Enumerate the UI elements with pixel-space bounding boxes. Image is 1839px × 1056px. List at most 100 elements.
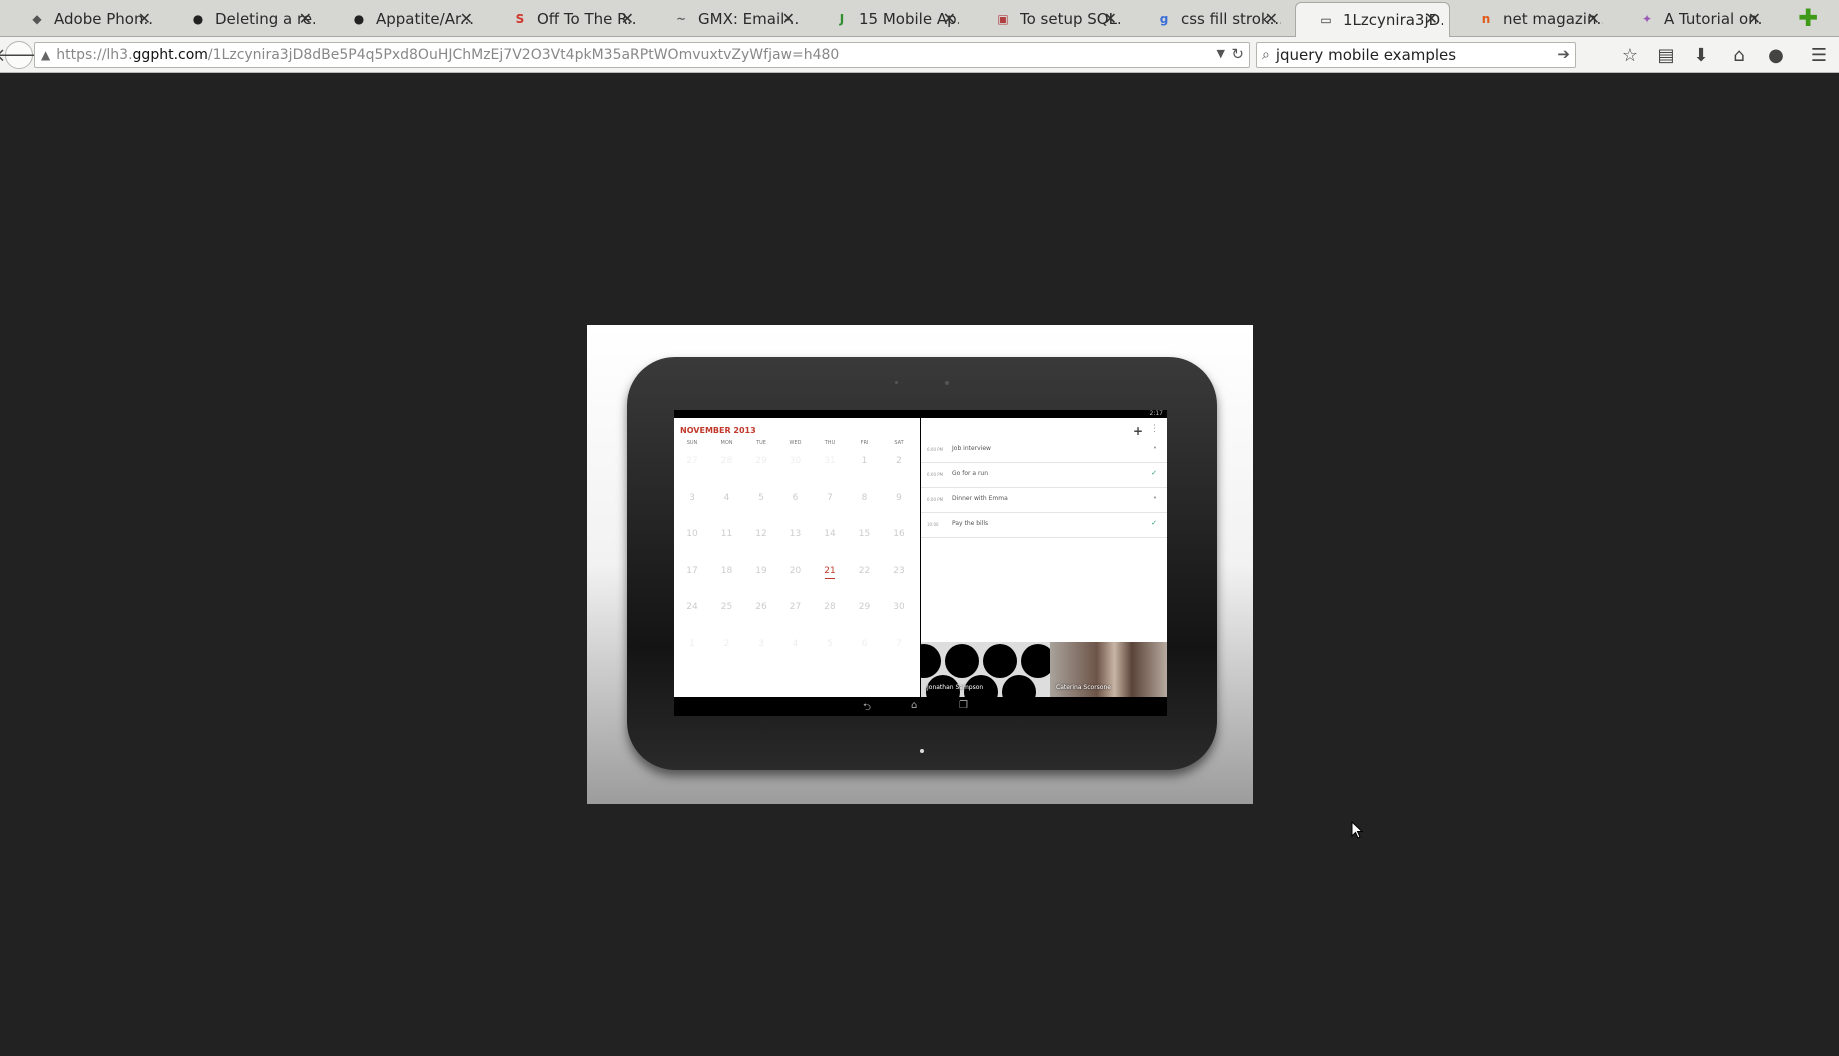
search-bar[interactable]: ⌕ jquery mobile examples ➔ <box>1256 42 1576 68</box>
calendar-month-view: NOVEMBER 2013 SUN MON TUE WED THU FRI SAT 27 28 2… <box>674 418 920 697</box>
contact-card: Caterina Scorsone <box>1050 642 1167 697</box>
calendar-month-title: NOVEMBER 2013 <box>680 426 756 435</box>
close-tab-icon[interactable]: ✕ <box>782 9 795 28</box>
weekday-label: FRI <box>860 440 869 446</box>
calendar-day: 31 <box>824 456 836 466</box>
search-input[interactable]: jquery mobile examples <box>1276 46 1456 64</box>
chat-icon[interactable]: ● <box>1763 42 1789 68</box>
new-tab-button[interactable]: ✚ <box>1798 4 1818 32</box>
sensor-icon <box>945 381 949 385</box>
calendar-day: 17 <box>686 565 698 576</box>
event-title: Go for a run <box>952 470 989 477</box>
agenda-item: 6:00 PM Job interview • <box>921 438 1167 463</box>
close-tab-icon[interactable]: ✕ <box>943 9 956 28</box>
calendar-day: 7 <box>827 492 833 503</box>
weekday-label: THU <box>824 440 836 446</box>
calendar-day: 28 <box>720 456 733 466</box>
browser-tab[interactable]: ▭1Lzcynira3jD...✕ <box>1295 2 1450 37</box>
calendar-day: 30 <box>789 456 802 466</box>
calendar-day: 26 <box>755 602 767 612</box>
j-icon: J <box>839 12 845 26</box>
contact-card: Jonathan Sampson <box>921 642 1050 697</box>
close-tab-icon[interactable]: ✕ <box>1104 9 1117 28</box>
calendar-day: 3 <box>689 492 695 503</box>
browser-tab[interactable]: ● Appatite/Ar... ✕ <box>329 3 484 35</box>
browser-tab[interactable]: ~ GMX: Email-... ✕ <box>651 3 806 35</box>
calendar-day: 6 <box>792 492 799 503</box>
browser-tab[interactable]: ✦ A Tutorial on... ✕ <box>1617 3 1772 35</box>
close-tab-icon[interactable]: ✕ <box>1265 9 1278 28</box>
calendar-day: 22 <box>858 565 871 576</box>
close-tab-icon[interactable]: ✕ <box>299 9 312 28</box>
calendar-day: 16 <box>893 529 905 539</box>
event-time: 6:00 PM <box>927 447 944 452</box>
close-tab-icon[interactable]: ✕ <box>621 9 634 28</box>
calendar-day: 24 <box>686 602 698 612</box>
close-tab-icon[interactable]: ✕ <box>1425 9 1438 28</box>
calendar-day: 15 <box>858 529 871 539</box>
back-button[interactable]: 🡐 <box>0 41 43 69</box>
recents-icon: ❐ <box>959 700 968 711</box>
history-dropdown-icon[interactable]: ▼ <box>1217 47 1225 60</box>
calendar-day: 18 <box>720 565 733 576</box>
tutorial-icon: ✦ <box>1641 12 1653 26</box>
check-icon: ✓ <box>1151 519 1157 527</box>
close-tab-icon[interactable]: ✕ <box>460 9 473 28</box>
browser-tab[interactable]: J15 Mobile Ap...✕ <box>812 3 967 35</box>
reload-icon[interactable]: ↻ <box>1231 45 1244 63</box>
search-go-icon[interactable]: ➔ <box>1557 45 1570 63</box>
url-path: /1Lzcynira3jD8dBe5P4q5Pxd8OuHJChMzEj7V2O… <box>207 47 840 63</box>
calendar-day: 25 <box>720 602 733 612</box>
status-bar: 2:17 <box>674 410 1167 418</box>
calendar-day: 2 <box>723 638 730 649</box>
bookmarks-list-icon[interactable]: ▤ <box>1653 42 1679 68</box>
close-tab-icon[interactable]: ✕ <box>138 9 151 28</box>
event-time: 10:00 <box>927 522 939 527</box>
calendar-day: 11 <box>720 529 733 539</box>
camera-icon <box>895 381 898 384</box>
calendar-day: 27 <box>789 602 802 612</box>
calendar-day: 5 <box>827 638 833 649</box>
weekday-label: SUN <box>686 440 698 446</box>
calendar-day: 9 <box>896 492 902 503</box>
calendar-day: 27 <box>686 456 698 466</box>
close-tab-icon[interactable]: ✕ <box>1748 9 1761 28</box>
close-tab-icon[interactable]: ✕ <box>1587 9 1600 28</box>
url-bar[interactable]: ▲ https://lh3. ggpht.com/1Lzcynira3jD8dBe… <box>34 42 1250 68</box>
calendar-day: 4 <box>792 638 799 649</box>
add-event-icon: + <box>1132 424 1143 438</box>
notification-led <box>920 749 924 753</box>
calendar-day: 21 <box>813 566 847 579</box>
github-icon: ● <box>353 12 365 26</box>
event-title: Dinner with Emma <box>952 495 1008 502</box>
bookmark-star-icon[interactable]: ☆ <box>1617 42 1643 68</box>
event-title: Pay the bills <box>952 520 989 527</box>
browser-tab[interactable]: S Off To The R... ✕ <box>490 3 645 35</box>
smashing-icon: S <box>515 12 525 26</box>
browser-tab[interactable]: g css fill strok... ✕ <box>1134 3 1289 35</box>
home-icon: ⌂ <box>911 700 918 711</box>
google-icon: g <box>1159 12 1169 26</box>
calendar-day: 1 <box>689 638 695 649</box>
bullet-icon: • <box>1152 444 1157 452</box>
search-icon: ⌕ <box>1262 47 1270 63</box>
browser-tab[interactable]: ●Deleting a re...✕ <box>168 3 323 35</box>
calendar-day: 12 <box>755 529 767 539</box>
agenda-panel: + ⋮ 6:00 PM Job interview • 6:00 PM Go for a… <box>921 418 1167 642</box>
home-icon[interactable]: ⌂ <box>1726 42 1752 68</box>
weekday-label: WED <box>789 440 802 446</box>
browser-tab[interactable]: ◆ Adobe Phon... ✕ <box>7 3 162 35</box>
menu-icon[interactable]: ☰ <box>1806 42 1832 68</box>
tablet-screen: 2:17 NOVEMBER 2013 SUN MON TUE WED THU FRI SAT… <box>674 410 1167 716</box>
contact-name: Jonathan Sampson <box>927 684 984 691</box>
calendar-day: 20 <box>789 565 802 576</box>
weekday-label: MON <box>720 440 733 446</box>
browser-tab[interactable]: n net magazin... ✕ <box>1456 3 1611 35</box>
agenda-item: 6:00 PM Dinner with Emma • <box>921 488 1167 513</box>
calendar-day: 2 <box>896 456 902 466</box>
adobe-icon: ◆ <box>32 12 42 26</box>
calendar-day: 8 <box>861 492 868 503</box>
download-icon[interactable]: ⬇ <box>1688 42 1714 68</box>
browser-tab[interactable]: ▣To setup SQL...✕ <box>973 3 1128 35</box>
displayed-image: 2:17 NOVEMBER 2013 SUN MON TUE WED THU FRI SAT… <box>587 325 1253 804</box>
